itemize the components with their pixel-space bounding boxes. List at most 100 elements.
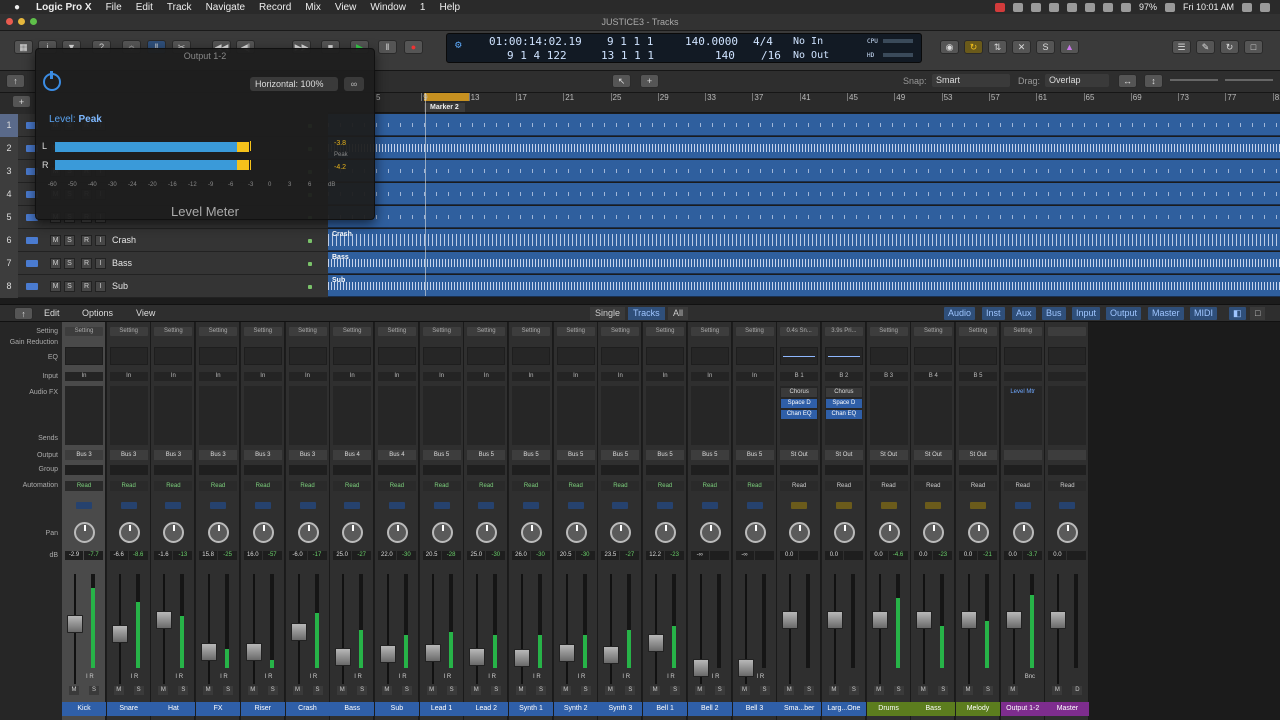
volume-value[interactable]: 0.0 (780, 551, 799, 560)
pan-knob[interactable] (342, 522, 364, 543)
sends-slot[interactable] (199, 432, 238, 445)
volume-fader[interactable] (648, 633, 665, 652)
plugin-slot[interactable]: Space D (825, 399, 862, 408)
peak-value[interactable]: -25 (218, 551, 238, 560)
automation-mode[interactable]: Read (154, 481, 193, 491)
sends-slot[interactable] (288, 432, 327, 445)
channel-name[interactable]: FX (196, 702, 241, 716)
output-slot[interactable]: Bus 4 (377, 450, 416, 460)
channel-name[interactable]: Hat (151, 702, 196, 716)
eq-thumbnail[interactable] (869, 347, 908, 365)
notepad-button[interactable]: ✎ (1196, 40, 1215, 54)
output-slot[interactable]: Bus 5 (556, 450, 595, 460)
volume-fader[interactable] (335, 647, 352, 666)
pan-knob[interactable] (923, 522, 945, 543)
mute-button[interactable]: M (471, 686, 482, 695)
setting-slot[interactable]: Setting (243, 327, 282, 336)
setting-slot[interactable]: Setting (288, 327, 327, 336)
wifi-icon[interactable] (1084, 2, 1095, 12)
browsers-button[interactable]: □ (1244, 40, 1263, 54)
record-enable-button[interactable]: R (81, 258, 92, 269)
output-slot[interactable]: St Out (914, 450, 953, 460)
battery-icon[interactable] (1164, 2, 1175, 12)
automation-mode[interactable]: Read (690, 481, 729, 491)
zoom-icon[interactable] (30, 18, 37, 25)
volume-value[interactable]: 0.0 (824, 551, 843, 560)
volume-fader[interactable] (916, 610, 933, 629)
volume-fader[interactable] (514, 648, 530, 667)
setting-slot[interactable]: Setting (422, 327, 461, 336)
eq-thumbnail[interactable] (556, 347, 595, 365)
mute-button[interactable]: M (69, 686, 79, 695)
mixer-narrow-icon[interactable]: □ (1250, 307, 1266, 320)
vertical-zoom-slider[interactable] (1170, 79, 1218, 81)
sends-slot[interactable] (333, 432, 372, 445)
eq-thumbnail[interactable] (333, 347, 372, 365)
channel-name[interactable]: Bell 2 (687, 702, 732, 716)
automation-mode[interactable]: Read (824, 481, 863, 491)
plugin-slot[interactable]: Chorus (781, 388, 818, 397)
setting-slot[interactable]: Setting (512, 327, 550, 336)
group-slot[interactable] (512, 465, 550, 475)
volume-value[interactable]: -6.0 (288, 551, 307, 560)
channel-name[interactable]: Master (1045, 702, 1090, 716)
bar-ruler[interactable]: Marker 2 5913172125293337414549535761656… (328, 93, 1280, 113)
autopunch-button[interactable]: ✕ (1012, 40, 1031, 54)
input-slot[interactable]: In (377, 372, 416, 381)
group-slot[interactable] (199, 465, 238, 475)
input-slot[interactable]: In (333, 372, 372, 381)
volume-fader[interactable] (1005, 610, 1022, 629)
track-name[interactable]: Bass (112, 258, 132, 268)
level-mode[interactable]: Level: Peak (49, 114, 102, 125)
peak-value[interactable]: -27 (352, 551, 372, 560)
sends-slot[interactable] (914, 432, 953, 445)
volume-value[interactable]: 20.5 (556, 551, 575, 560)
power-icon[interactable] (43, 71, 61, 91)
group-slot[interactable] (556, 465, 595, 475)
mixer-edit-menu[interactable]: Edit (44, 308, 60, 318)
record-button[interactable]: ● (404, 40, 423, 54)
peak-value[interactable]: -30 (575, 551, 595, 560)
input-slot[interactable] (1048, 372, 1087, 381)
mixer-catch-button[interactable]: ↑ (14, 307, 33, 320)
eq-thumbnail[interactable] (1003, 347, 1042, 365)
output-slot[interactable]: Bus 5 (467, 450, 506, 460)
eq-thumbnail[interactable] (780, 347, 819, 365)
output-slot[interactable]: Bus 3 (109, 450, 148, 460)
input-monitor-button[interactable]: I R (310, 674, 318, 680)
pan-knob[interactable] (833, 522, 855, 543)
pan-knob[interactable] (74, 522, 95, 543)
channel-name[interactable]: Drums (866, 702, 911, 716)
solo-button[interactable]: S (938, 686, 949, 695)
pan-knob[interactable] (1012, 522, 1034, 543)
volume-value[interactable]: 16.0 (243, 551, 262, 560)
library-button[interactable]: ▦ (14, 40, 33, 54)
automation-mode[interactable]: Read (199, 481, 238, 491)
mute-button[interactable]: M (203, 686, 214, 695)
menu-record[interactable]: Record (259, 2, 291, 13)
mute-button[interactable]: M (516, 686, 526, 695)
pointer-tool[interactable]: ↖ (612, 74, 631, 88)
volume-fader[interactable] (290, 622, 307, 641)
eq-thumbnail[interactable] (243, 347, 282, 365)
eq-thumbnail[interactable] (109, 347, 148, 365)
tuner-button[interactable]: ◉ (940, 40, 959, 54)
channel-name[interactable]: Lead 1 (419, 702, 464, 716)
output-slot[interactable]: Bus 5 (422, 450, 461, 460)
setting-slot[interactable]: Setting (556, 327, 595, 336)
setting-slot[interactable]: Setting (377, 327, 416, 336)
sends-slot[interactable] (824, 432, 863, 445)
eq-thumbnail[interactable] (199, 347, 238, 365)
eq-thumbnail[interactable] (601, 347, 640, 365)
channel-name[interactable]: Output 1-2 (1000, 702, 1045, 716)
volume-fader[interactable] (1050, 610, 1067, 629)
pan-knob[interactable] (521, 522, 542, 543)
output-slot[interactable]: Bus 3 (65, 450, 103, 460)
output-slot[interactable]: St Out (869, 450, 908, 460)
solo-button[interactable]: S (133, 686, 144, 695)
input-monitor-button[interactable]: I R (533, 674, 541, 680)
track-name[interactable]: Crash (112, 235, 136, 245)
solo-button[interactable]: S (670, 686, 681, 695)
group-slot[interactable] (65, 465, 103, 475)
pan-knob[interactable] (878, 522, 900, 543)
